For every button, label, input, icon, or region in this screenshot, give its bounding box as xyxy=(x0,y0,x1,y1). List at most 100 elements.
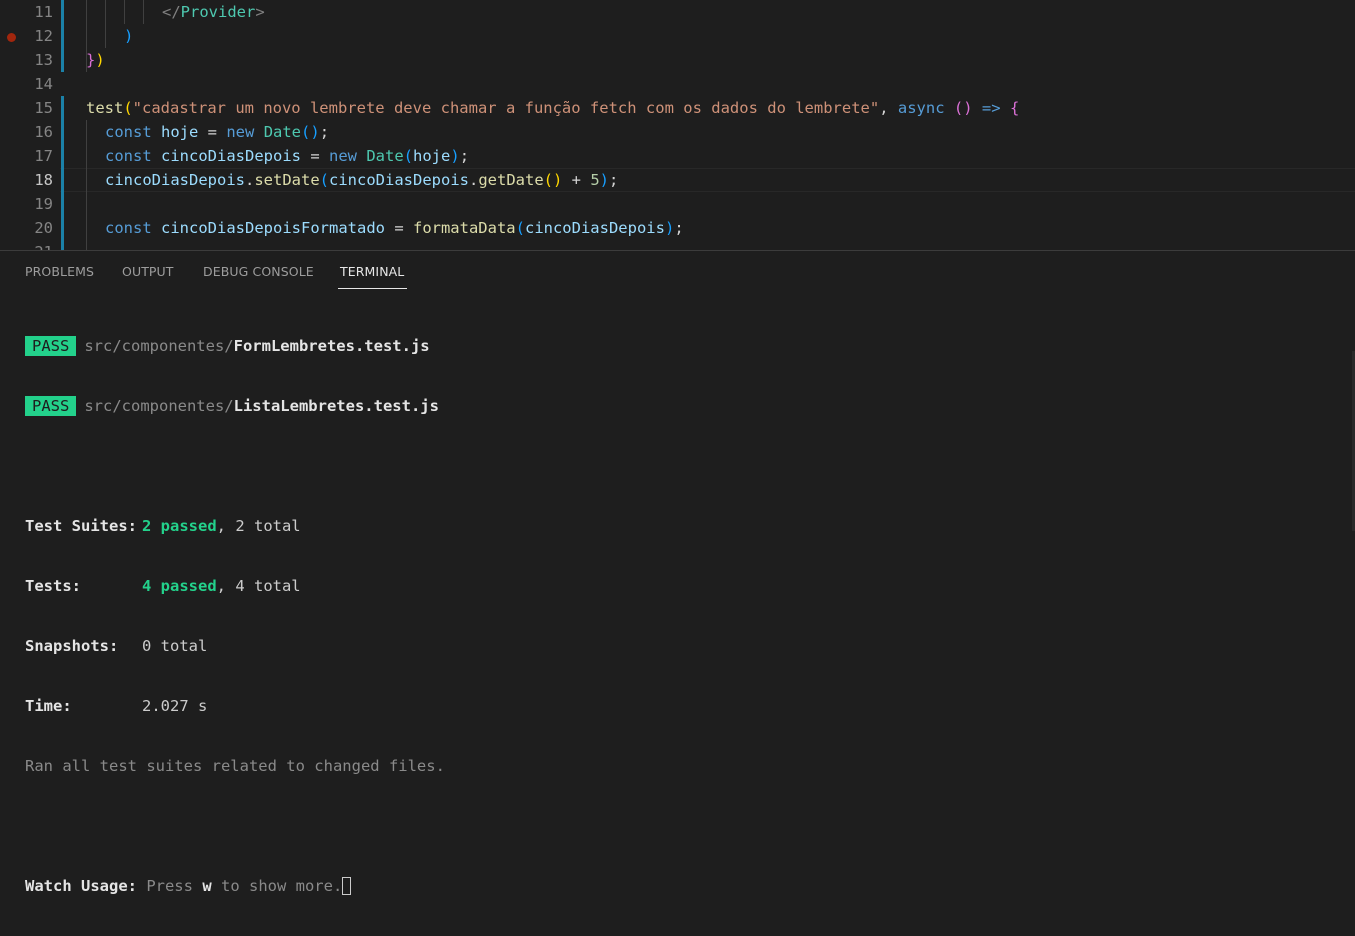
code-line[interactable]: 20 const cincoDiasDepoisFormatado = forma… xyxy=(0,216,1355,240)
code-token: { xyxy=(1009,99,1020,117)
code-token: formataData xyxy=(412,219,516,237)
code-token: cincoDiasDepois xyxy=(524,219,665,237)
time-value: 2.027 s xyxy=(142,697,208,715)
code-line[interactable]: 13}) xyxy=(0,48,1355,72)
code-line[interactable]: 21 xyxy=(0,240,1355,250)
code-token: cincoDiasDepois xyxy=(105,171,245,189)
code-token: ) xyxy=(124,27,134,45)
code-token: ) xyxy=(599,171,610,189)
code-token: new xyxy=(226,123,255,141)
code-line[interactable]: 19 xyxy=(0,192,1355,216)
line-number: 14 xyxy=(34,75,53,93)
bottom-panel: PROBLEMS OUTPUT DEBUG CONSOLE TERMINAL P… xyxy=(0,250,1355,895)
watch-usage: Watch Usage: Press w to show more. xyxy=(25,876,1335,896)
tab-problems[interactable]: PROBLEMS xyxy=(25,264,94,279)
code-token: ; xyxy=(609,171,619,189)
line-number: 21 xyxy=(0,240,53,250)
suites-passed: 2 passed xyxy=(142,517,217,535)
line-number: 12 xyxy=(34,27,53,45)
result-file: ListaLembretes.test.js xyxy=(233,397,439,415)
watch-key: w xyxy=(202,877,212,895)
line-number: 17 xyxy=(34,147,53,165)
code-token: ) xyxy=(664,219,675,237)
code-text: }) xyxy=(86,48,105,72)
code-token: Provider xyxy=(180,3,256,21)
code-text: test("cadastrar um novo lembrete deve ch… xyxy=(86,96,1019,120)
tests-total: , 4 total xyxy=(216,577,301,595)
code-token: setDate xyxy=(254,171,320,189)
code-token: cincoDiasDepoisFormatado xyxy=(161,219,385,237)
code-line[interactable]: 12) xyxy=(0,24,1355,48)
summary-suites: Test Suites: 2 passed, 2 total xyxy=(25,516,1335,536)
line-number: 20 xyxy=(34,219,53,237)
code-token: "cadastrar um novo lembrete deve chamar … xyxy=(132,99,880,117)
code-line[interactable]: 16 const hoje = new Date(); xyxy=(0,120,1355,144)
code-text: const cincoDiasDepoisFormatado = formata… xyxy=(105,216,684,240)
code-line[interactable]: 15 test("cadastrar um novo lembrete deve … xyxy=(0,96,1355,120)
code-token: hoje xyxy=(161,123,199,141)
code-token: () xyxy=(953,99,973,117)
code-token: </ xyxy=(162,3,181,21)
code-token: new xyxy=(329,147,357,165)
active-tab-indicator xyxy=(338,288,407,289)
summary-tests: Tests: 4 passed, 4 total xyxy=(25,576,1335,596)
tab-output[interactable]: OUTPUT xyxy=(122,264,174,279)
time-label: Time: xyxy=(25,697,72,715)
watch-rest: to show more. xyxy=(211,877,343,895)
code-token: const xyxy=(105,219,152,237)
code-token: ) xyxy=(95,51,105,69)
tests-label: Tests: xyxy=(25,577,81,595)
code-token: test xyxy=(86,99,124,117)
panel-tabs: PROBLEMS OUTPUT DEBUG CONSOLE TERMINAL xyxy=(0,251,1355,291)
code-token: > xyxy=(255,3,265,21)
code-token: = xyxy=(198,123,227,141)
line-number: 15 xyxy=(34,99,53,117)
code-token: getDate xyxy=(478,171,544,189)
code-token: = xyxy=(384,219,413,237)
tests-passed: 4 passed xyxy=(142,577,217,595)
watch-press: Press xyxy=(136,877,203,895)
pass-badge: PASS xyxy=(25,396,77,416)
snapshots-label: Snapshots: xyxy=(25,637,119,655)
code-token: cincoDiasDepois xyxy=(161,147,301,165)
code-token: () xyxy=(301,123,320,141)
line-number: 11 xyxy=(34,3,53,21)
code-token: ( xyxy=(319,171,329,189)
result-file: FormLembretes.test.js xyxy=(233,337,430,355)
tab-debug-console[interactable]: DEBUG CONSOLE xyxy=(203,264,314,279)
code-token: cincoDiasDepois xyxy=(329,171,469,189)
code-token: const xyxy=(105,123,152,141)
code-line[interactable]: 18 cincoDiasDepois.setDate(cincoDiasDepoi… xyxy=(0,168,1355,192)
code-token: . xyxy=(244,171,255,189)
code-line[interactable]: 17 const cincoDiasDepois = new Date(hoje)… xyxy=(0,144,1355,168)
snapshots-value: 0 total xyxy=(142,637,208,655)
result-dir: src/componentes/ xyxy=(84,337,234,355)
code-editor[interactable]: 11 </Provider> 12) 13}) 14 15 test("cadastrar … xyxy=(0,0,1355,250)
suites-label: Test Suites: xyxy=(25,517,137,535)
ran-message: Ran all test suites related to changed f… xyxy=(25,757,445,775)
suites-total: , 2 total xyxy=(216,517,301,535)
code-token: const xyxy=(105,147,152,165)
code-token: => xyxy=(981,99,1001,117)
code-token: = xyxy=(301,147,329,165)
code-token: ( xyxy=(123,99,133,117)
code-token: ; xyxy=(319,123,330,141)
line-number: 16 xyxy=(34,123,53,141)
code-line[interactable]: 14 xyxy=(0,72,1355,96)
test-result-row: PASS src/componentes/FormLembretes.test.j… xyxy=(25,336,1335,356)
line-number: 19 xyxy=(34,195,53,213)
pass-badge: PASS xyxy=(25,336,77,356)
code-text: const hoje = new Date(); xyxy=(105,120,329,144)
tab-terminal[interactable]: TERMINAL xyxy=(340,264,404,279)
line-number: 18 xyxy=(34,171,53,189)
result-dir: src/componentes/ xyxy=(84,397,234,415)
code-token: , xyxy=(879,99,898,117)
code-line[interactable]: 11 </Provider> xyxy=(0,0,1355,24)
terminal-output[interactable]: PASS src/componentes/FormLembretes.test.j… xyxy=(25,296,1335,895)
code-token: ( xyxy=(403,147,414,165)
